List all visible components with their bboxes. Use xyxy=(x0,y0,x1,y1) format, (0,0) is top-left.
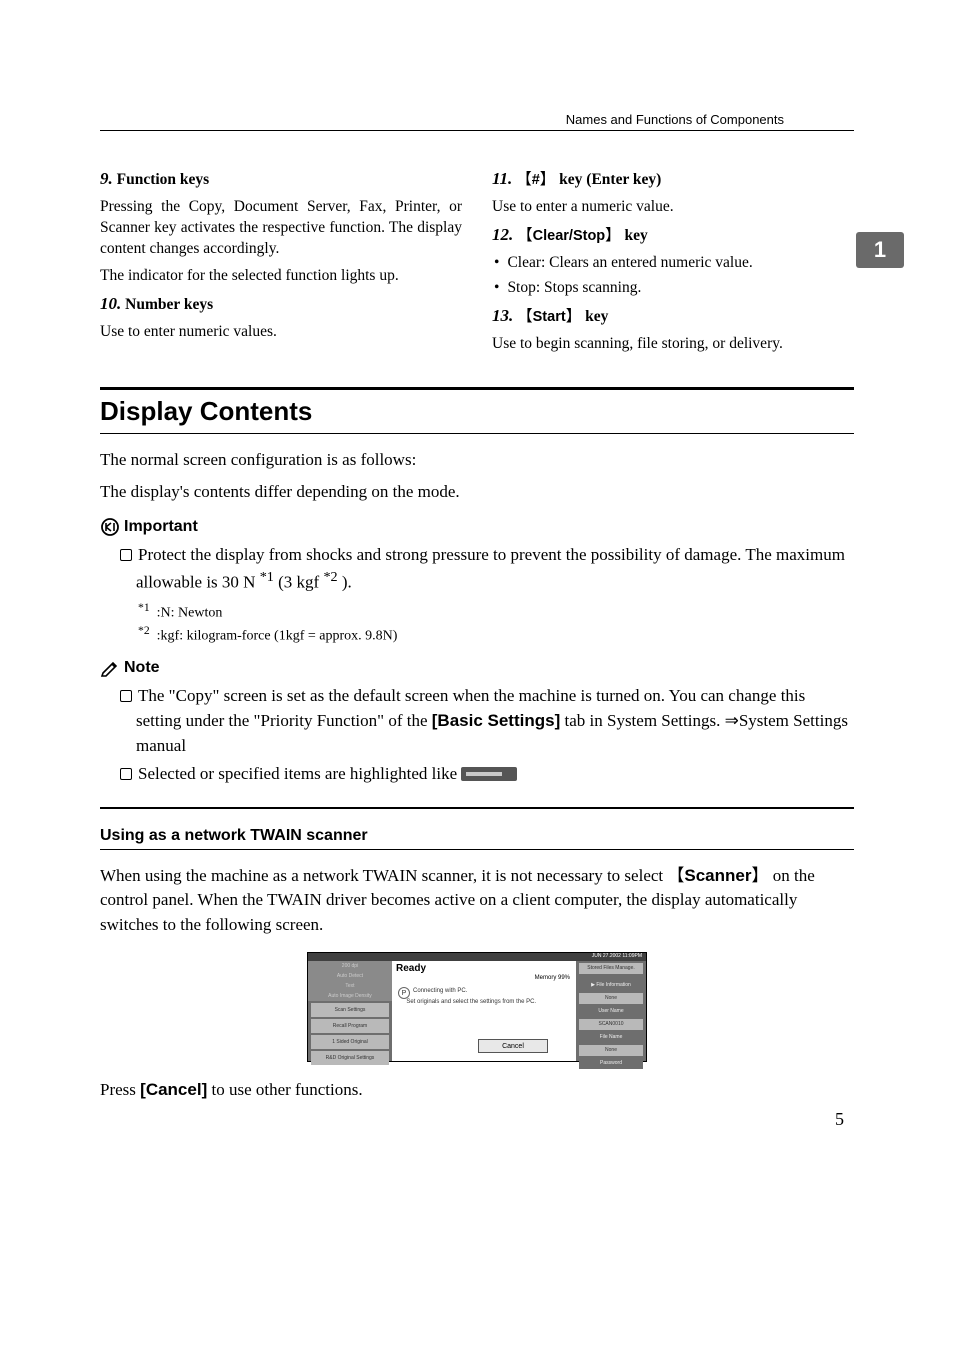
figure-right-item-1: None xyxy=(579,993,643,1004)
item-10-num: 10. xyxy=(100,294,121,313)
important-text: Protect the display from shocks and stro… xyxy=(100,543,854,596)
important-text-c: ). xyxy=(342,573,352,592)
subsection-scanner-key: Scanner xyxy=(684,866,751,885)
figure-right-panel: Stored Files Manage. ▶ File Information … xyxy=(576,961,646,1061)
important-text-b: (3 kgf xyxy=(278,573,319,592)
figure-ready: Ready xyxy=(396,963,426,974)
figure-date: JUN 27.2002 11:09PM xyxy=(592,953,642,959)
left-column: 9. Function keys Pressing the Copy, Docu… xyxy=(100,168,462,361)
item-12-list: Clear: Clears an entered numeric value. … xyxy=(492,253,854,299)
figure-right-item-5: None xyxy=(579,1045,643,1056)
subsection-rule-bottom xyxy=(100,849,854,850)
important-text-a: Protect the display from shocks and stro… xyxy=(136,545,845,592)
section-title: Display Contents xyxy=(100,396,854,427)
figure-right-item-4: File Name xyxy=(579,1032,643,1043)
item-13-tail: key xyxy=(585,308,608,325)
note-1: The "Copy" screen is set as the default … xyxy=(100,684,854,758)
note-label: Note xyxy=(124,659,160,677)
chapter-tab: 1 xyxy=(856,232,904,268)
section-p1: The normal screen configuration is as fo… xyxy=(100,448,854,473)
figure-right-top: Stored Files Manage. xyxy=(579,963,643,974)
two-column-block: 9. Function keys Pressing the Copy, Docu… xyxy=(100,168,854,361)
running-header: Names and Functions of Components xyxy=(566,112,784,127)
figure-right-item-6: Password xyxy=(579,1058,643,1069)
item-10-title: Number keys xyxy=(125,296,213,313)
item-11-num: 11. xyxy=(492,169,512,188)
subsection-cancel-ref: [Cancel] xyxy=(140,1080,207,1099)
item-9-head: 9. Function keys xyxy=(100,168,462,191)
item-13-num: 13. xyxy=(492,306,513,325)
note-1b: [Basic Settings] xyxy=(432,711,560,730)
important-icon xyxy=(100,517,120,537)
item-12-bullet-1: Clear: Clears an entered numeric value. xyxy=(492,253,854,274)
item-10-text-1: Use to enter numeric values. xyxy=(100,322,462,343)
subsection-p2: Press [Cancel] to use other functions. xyxy=(100,1078,854,1103)
item-11-text: Use to enter a numeric value. xyxy=(492,197,854,218)
subsection-title: Using as a network TWAIN scanner xyxy=(100,827,854,845)
item-10-head: 10. Number keys xyxy=(100,293,462,316)
important-callout: Important xyxy=(100,517,854,537)
page-number: 5 xyxy=(835,1109,844,1130)
figure-left-tab-1: 200 dpi xyxy=(308,961,392,971)
item-9-title: Function keys xyxy=(117,171,210,188)
subsection-p1a: When using the machine as a network TWAI… xyxy=(100,866,667,885)
checkbox-icon xyxy=(120,549,132,561)
subsection-rule-top xyxy=(100,807,854,809)
item-9-text-1: Pressing the Copy, Document Server, Fax,… xyxy=(100,197,462,260)
item-12-tail: key xyxy=(625,227,648,244)
figure-left-btn-3: 1 Sided Original xyxy=(311,1035,389,1049)
figure-connect-2: Set originals and select the settings fr… xyxy=(406,999,536,1005)
footnote-2: *2 :kgf: kilogram-force (1kgf = approx. … xyxy=(100,623,854,646)
item-9-text-2: The indicator for the selected function … xyxy=(100,266,462,287)
figure-right-item-2: User Name xyxy=(579,1006,643,1017)
item-11-tail: key (Enter key) xyxy=(559,171,661,188)
checkbox-icon xyxy=(120,690,132,702)
twain-screen-figure: JUN 27.2002 11:09PM 200 dpi Auto Detect … xyxy=(307,952,647,1062)
figure-cancel-button: Cancel xyxy=(478,1039,548,1053)
note-icon xyxy=(100,658,120,678)
note-2-text: Selected or specified items are highligh… xyxy=(138,764,461,783)
item-13-key: Start xyxy=(533,309,566,325)
figure-right-item-0: ▶ File Information xyxy=(579,980,643,991)
item-11-key: # xyxy=(532,172,540,188)
item-12-bullet-2: Stop: Stops scanning. xyxy=(492,278,854,299)
checkbox-icon xyxy=(120,768,132,780)
figure-topbar: JUN 27.2002 11:09PM xyxy=(308,953,646,961)
item-9-num: 9. xyxy=(100,169,113,188)
section-p2: The display's contents differ depending … xyxy=(100,480,854,505)
figure-left-btn-2: Recall Program xyxy=(311,1019,389,1033)
figure-left-tab-4: Auto Image Density xyxy=(308,991,392,1001)
subsection-p2c: to use other functions. xyxy=(207,1080,362,1099)
item-13-head: 13. 【Start】 key xyxy=(492,305,854,328)
figure-left-panel: 200 dpi Auto Detect Text Auto Image Dens… xyxy=(308,961,392,1061)
figure-right-item-3: SCAN0010 xyxy=(579,1019,643,1030)
item-12-num: 12. xyxy=(492,225,513,244)
figure-connect-1: Connecting with PC. xyxy=(413,988,467,994)
important-label: Important xyxy=(124,518,198,536)
header-rule xyxy=(100,130,854,131)
figure-left-btn-1: Scan Settings xyxy=(311,1003,389,1017)
item-11-head: 11. 【#】 key (Enter key) xyxy=(492,168,854,191)
figure-message: PConnecting with PC. Set originals and s… xyxy=(398,987,570,1005)
figure-left-btn-4: R&D Original Settings xyxy=(311,1051,389,1065)
item-13-text: Use to begin scanning, file storing, or … xyxy=(492,334,854,355)
section-rule-top xyxy=(100,387,854,390)
pc-icon: P xyxy=(398,987,410,999)
subsection-p2a: Press xyxy=(100,1080,140,1099)
figure-left-tab-3: Text xyxy=(308,981,392,991)
item-12-head: 12. 【Clear/Stop】 key xyxy=(492,224,854,247)
highlight-chip-icon xyxy=(461,767,517,781)
section-rule-bottom xyxy=(100,433,854,434)
figure-memory: Memory 99% xyxy=(535,975,570,981)
note-callout: Note xyxy=(100,658,854,678)
footnote-1: *1 :N: Newton xyxy=(100,600,854,623)
note-2: Selected or specified items are highligh… xyxy=(100,762,854,787)
subsection-p1: When using the machine as a network TWAI… xyxy=(100,864,854,938)
figure-left-tab-2: Auto Detect xyxy=(308,971,392,981)
right-column: 11. 【#】 key (Enter key) Use to enter a n… xyxy=(492,168,854,361)
item-12-key: Clear/Stop xyxy=(533,228,606,244)
